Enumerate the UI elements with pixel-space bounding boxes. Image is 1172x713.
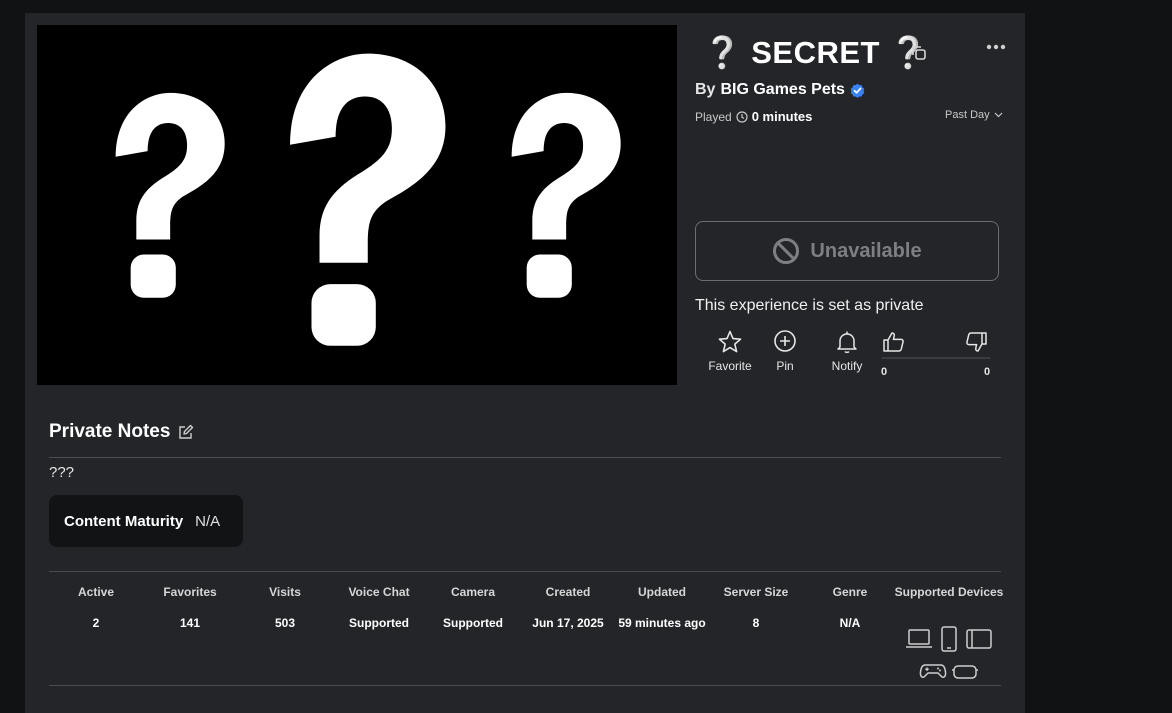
game-details-panel: ❔ SECRET ❔ By BIG Games Pets Played 0 mi… <box>25 13 1025 713</box>
vote-ratio-bar <box>882 357 990 359</box>
played-value: 0 minutes <box>751 109 813 124</box>
thumbs-up-icon[interactable] <box>881 329 907 355</box>
computer-icon <box>906 629 932 648</box>
downvote-count: 0 <box>984 366 991 378</box>
favorite-button[interactable]: Favorite <box>705 329 755 373</box>
notify-label: Notify <box>831 359 863 373</box>
favorite-label: Favorite <box>708 359 752 373</box>
private-notes-header: Private Notes <box>49 421 194 443</box>
play-button-label: Unavailable <box>810 239 922 262</box>
chevron-down-icon <box>994 112 1003 118</box>
add-circle-icon <box>774 330 796 352</box>
pin-button[interactable]: Pin <box>767 329 803 373</box>
question-mark-icon <box>511 92 621 298</box>
bell-icon <box>837 331 857 354</box>
by-prefix: By <box>695 81 716 98</box>
copy-icon[interactable] <box>909 43 929 63</box>
phone-icon <box>941 626 957 652</box>
creator-link[interactable]: BIG Games Pets <box>720 81 845 99</box>
creator-line: By BIG Games Pets <box>695 81 865 99</box>
notes-divider <box>49 457 1001 458</box>
stats-bottom-divider <box>49 685 1001 686</box>
maturity-label: Content Maturity <box>64 512 184 530</box>
question-mark-icon <box>115 92 225 298</box>
verified-badge-icon <box>850 83 865 98</box>
game-title: ❔ SECRET ❔ <box>703 33 928 73</box>
period-label: Past Day <box>945 109 990 121</box>
console-icon <box>919 664 947 678</box>
private-notes-title: Private Notes <box>49 421 171 442</box>
play-button[interactable]: Unavailable <box>695 221 999 281</box>
blocked-icon <box>773 238 800 264</box>
vr-headset-icon <box>952 665 978 679</box>
notify-button[interactable]: Notify <box>825 329 869 373</box>
question-mark-icon <box>290 53 446 346</box>
stats-top-divider <box>49 571 1001 572</box>
clock-icon <box>736 110 748 123</box>
private-notes-text: ??? <box>49 464 75 481</box>
period-dropdown[interactable]: Past Day <box>945 109 1003 121</box>
edit-icon[interactable] <box>178 424 194 440</box>
tablet-icon <box>966 629 992 649</box>
played-time: Played 0 minutes <box>695 109 812 124</box>
maturity-value: N/A <box>195 512 221 530</box>
thumbs-down-icon[interactable] <box>963 329 989 355</box>
private-message: This experience is set as private <box>695 297 924 314</box>
upvote-count: 0 <box>881 366 888 378</box>
game-title-text: SECRET <box>751 35 880 70</box>
more-options-icon[interactable] <box>985 41 1007 53</box>
stat-supported-devices: Supported Devices <box>894 585 1004 599</box>
content-maturity-badge: Content Maturity N/A <box>49 495 243 547</box>
star-icon <box>718 330 742 353</box>
title-row: ❔ SECRET ❔ <box>703 33 1023 73</box>
pin-label: Pin <box>776 359 794 373</box>
game-thumbnail <box>37 25 677 385</box>
title-prefix: ❔ <box>703 35 743 70</box>
played-label: Played <box>695 109 732 124</box>
